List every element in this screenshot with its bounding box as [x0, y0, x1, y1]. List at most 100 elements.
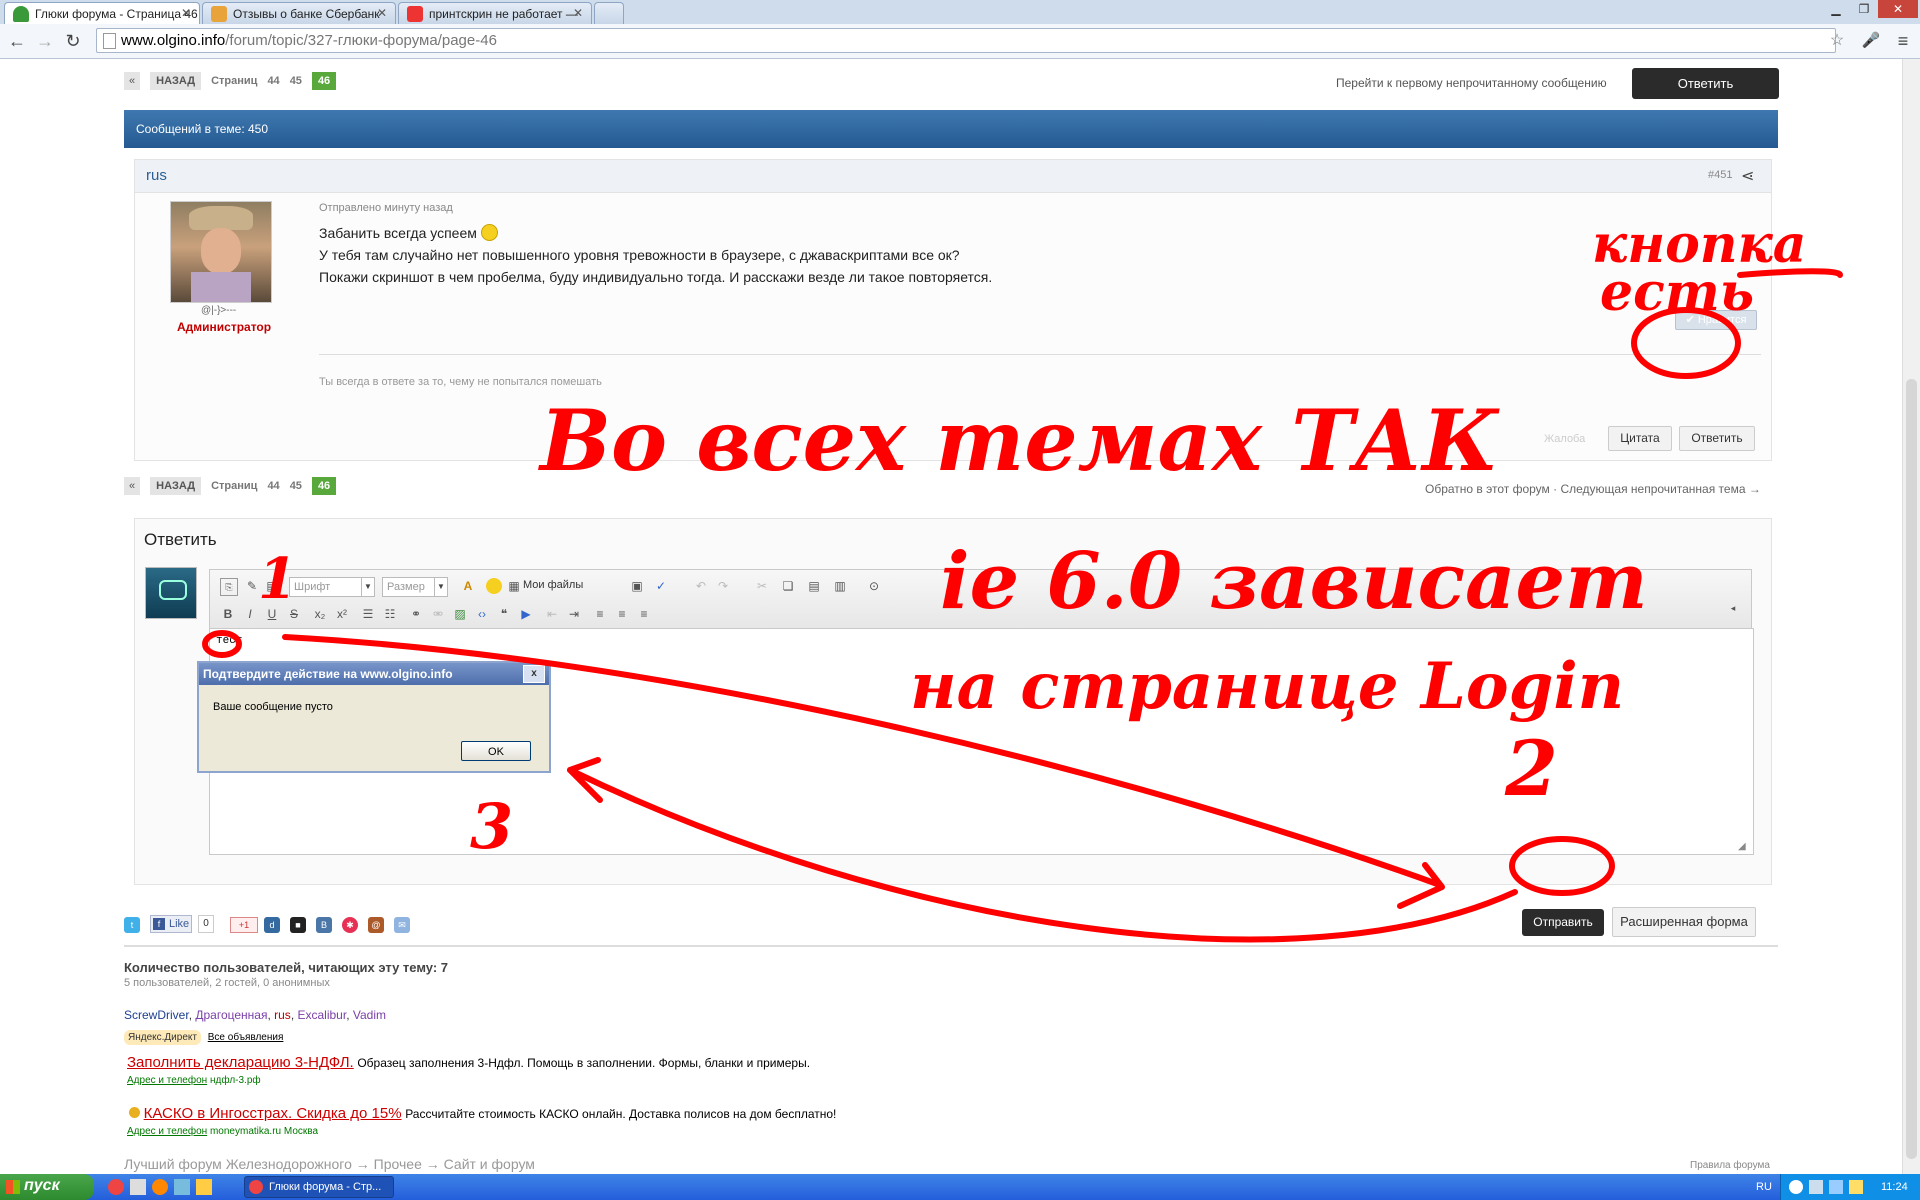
superscript-icon[interactable]: x²: [334, 606, 350, 622]
bullet-list-icon[interactable]: ☰: [360, 606, 376, 622]
tab-yandex[interactable]: принтскрин не работает — ✕: [398, 2, 592, 24]
new-tab-button[interactable]: [594, 2, 624, 24]
collapse-icon[interactable]: ◂: [1725, 600, 1741, 616]
star-icon[interactable]: ☆: [1826, 30, 1848, 52]
all-ads-link[interactable]: Все объявления: [208, 1032, 284, 1043]
clock[interactable]: 11:24: [1881, 1181, 1908, 1193]
indent-icon[interactable]: ⇥: [566, 606, 582, 622]
email-icon[interactable]: ✉: [394, 917, 410, 933]
ad-contact-link[interactable]: Адрес и телефон: [127, 1075, 207, 1086]
delicious-icon[interactable]: ■: [290, 917, 306, 933]
back-to-forum-link[interactable]: Обратно в этот форум: [1425, 482, 1550, 496]
pager-prev[interactable]: «: [124, 477, 141, 495]
avatar[interactable]: [170, 201, 272, 303]
source-icon[interactable]: ⎘: [220, 578, 238, 596]
ad-title-link[interactable]: КАСКО в Ингосстрах. Скидка до 15%: [144, 1105, 402, 1122]
files-icon[interactable]: ▦: [506, 578, 522, 594]
spellcheck-icon[interactable]: ✓: [653, 578, 669, 594]
forum-rules-link[interactable]: Правила форума: [1690, 1160, 1770, 1171]
paste-icon[interactable]: ▤: [264, 578, 280, 594]
pager-page[interactable]: 44: [267, 480, 279, 492]
pager-prev[interactable]: «: [124, 72, 141, 90]
font-select[interactable]: Шрифт ▼: [289, 577, 375, 597]
size-select[interactable]: Размер ▼: [382, 577, 448, 597]
send-button[interactable]: Отправить: [1522, 909, 1604, 936]
gplus-button[interactable]: +1: [230, 917, 258, 933]
pager-page[interactable]: 44: [267, 75, 279, 87]
reader-link[interactable]: rus: [274, 1008, 291, 1022]
report-link[interactable]: Жалоба: [1544, 433, 1585, 445]
reply-top-button[interactable]: Ответить: [1632, 68, 1779, 99]
twitter-icon[interactable]: t: [124, 917, 140, 933]
align-right-icon[interactable]: ≡: [636, 606, 652, 622]
link-icon[interactable]: ⚭: [408, 606, 424, 622]
numbered-list-icon[interactable]: ☷: [382, 606, 398, 622]
image-icon[interactable]: ▨: [452, 606, 468, 622]
digg-icon[interactable]: d: [264, 917, 280, 933]
tab-forum[interactable]: Глюки форума - Страница 46 ✕: [4, 2, 200, 24]
pager-page[interactable]: 45: [290, 75, 302, 87]
start-button[interactable]: пуск: [0, 1174, 94, 1200]
redo-icon[interactable]: ↷: [715, 578, 731, 594]
reader-link[interactable]: Vadim: [353, 1008, 386, 1022]
strike-icon[interactable]: S: [286, 606, 302, 622]
menu-icon[interactable]: ≡: [1892, 30, 1914, 52]
bold-icon[interactable]: B: [220, 606, 236, 622]
footer-breadcrumb[interactable]: Лучший форум Железнодорожного → Прочее →…: [124, 1156, 535, 1172]
ad-contact-link[interactable]: Адрес и телефон: [127, 1126, 207, 1137]
dialog-ok-button[interactable]: OK: [461, 741, 531, 761]
pager-back[interactable]: НАЗАД: [150, 477, 202, 495]
tab-sberbank[interactable]: Отзывы о банке Сбербанк ✕: [202, 2, 396, 24]
text-color-icon[interactable]: A: [460, 578, 476, 594]
eraser-icon[interactable]: ✎: [244, 578, 260, 594]
quote-button[interactable]: Цитата: [1608, 426, 1672, 451]
spoiler-icon[interactable]: ▣: [629, 578, 645, 594]
close-window-icon[interactable]: ✕: [1878, 0, 1918, 18]
volume-icon[interactable]: [1849, 1180, 1863, 1194]
facebook-like-button[interactable]: f Like: [150, 915, 192, 933]
cut-icon[interactable]: ✂: [754, 578, 770, 594]
explorer-icon[interactable]: [130, 1179, 146, 1195]
pager-page[interactable]: 45: [290, 480, 302, 492]
network-icon[interactable]: [1809, 1180, 1823, 1194]
emoticon-icon[interactable]: [486, 578, 502, 594]
share-icon[interactable]: ⋖: [1741, 166, 1754, 186]
like-button[interactable]: ✔ Нравится: [1675, 310, 1757, 330]
code-icon[interactable]: ‹›: [474, 606, 490, 622]
advanced-form-button[interactable]: Расширенная форма: [1612, 907, 1756, 937]
subscript-icon[interactable]: x₂: [312, 606, 328, 622]
folder-icon[interactable]: [196, 1179, 212, 1195]
align-left-icon[interactable]: ≡: [592, 606, 608, 622]
url-input[interactable]: www.olgino.info/forum/topic/327-глюки-фо…: [96, 28, 1836, 53]
app-icon[interactable]: [174, 1179, 190, 1195]
back-icon[interactable]: ←: [6, 30, 28, 52]
reader-link[interactable]: ScrewDriver: [124, 1008, 189, 1022]
undo-icon[interactable]: ↶: [693, 578, 709, 594]
odnoklassniki-icon[interactable]: ✱: [342, 917, 358, 933]
dialog-close-button[interactable]: x: [523, 665, 545, 683]
pager-back[interactable]: НАЗАД: [150, 72, 202, 90]
microphone-icon[interactable]: 🎤: [1860, 30, 1882, 52]
copy-icon[interactable]: ❏: [780, 578, 796, 594]
underline-icon[interactable]: U: [264, 606, 280, 622]
vk-icon[interactable]: B: [316, 917, 332, 933]
post-number[interactable]: #451: [1708, 169, 1732, 181]
media-icon[interactable]: ▶: [518, 606, 534, 622]
reply-post-button[interactable]: Ответить: [1679, 426, 1755, 451]
yandex-direct-badge[interactable]: Яндекс.Директ: [124, 1030, 201, 1045]
mailru-icon[interactable]: @: [368, 917, 384, 933]
tray-icon[interactable]: [1789, 1180, 1803, 1194]
ad-title-link[interactable]: Заполнить декларацию 3-НДФЛ.: [127, 1054, 354, 1071]
paste-text-icon[interactable]: ▤: [806, 578, 822, 594]
page-scrollbar[interactable]: [1902, 59, 1920, 1174]
quote-icon[interactable]: ❝: [496, 606, 512, 622]
tray-icon[interactable]: [1829, 1180, 1843, 1194]
close-icon[interactable]: ✕: [181, 6, 191, 20]
my-files-button[interactable]: Мои файлы: [523, 579, 583, 591]
maximize-icon[interactable]: ❐: [1850, 0, 1878, 18]
reload-icon[interactable]: ↻: [62, 30, 84, 52]
resize-handle-icon[interactable]: ◢: [1738, 841, 1746, 852]
reader-link[interactable]: Excalibur: [297, 1008, 346, 1022]
taskbar-task-chrome[interactable]: Глюки форума - Стр...: [244, 1176, 394, 1198]
preview-icon[interactable]: ⊙: [866, 578, 882, 594]
